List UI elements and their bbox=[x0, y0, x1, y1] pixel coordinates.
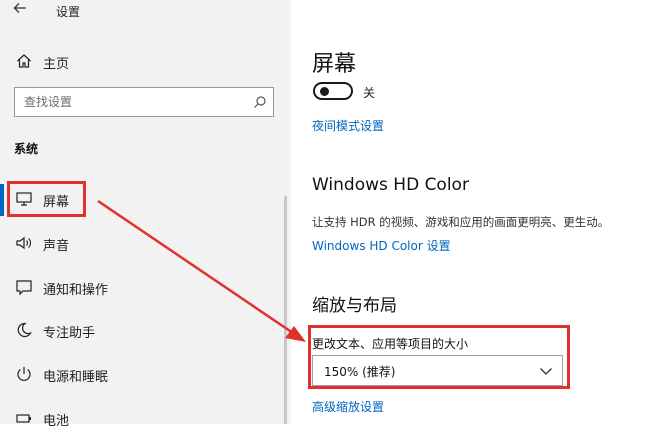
home-label: 主页 bbox=[43, 57, 70, 72]
toggle-knob bbox=[320, 87, 329, 96]
annotation-highlight bbox=[7, 181, 86, 217]
notification-icon bbox=[16, 280, 32, 296]
app-title: 设置 bbox=[56, 5, 81, 19]
page-title: 屏幕 bbox=[312, 52, 357, 77]
arrow-left-icon bbox=[13, 3, 26, 13]
sidebar-item-focus-assist[interactable]: 专注助手 bbox=[0, 311, 291, 351]
power-icon bbox=[17, 367, 31, 381]
sidebar-item-power[interactable]: 电源和睡眠 bbox=[0, 355, 291, 395]
main-content: 屏幕 关 夜间模式设置 Windows HD Color 让支持 HDR 的视频… bbox=[291, 0, 660, 424]
selection-indicator bbox=[0, 184, 4, 216]
sidebar-item-notifications[interactable]: 通知和操作 bbox=[0, 268, 291, 308]
sidebar-item-label: 声音 bbox=[43, 239, 70, 254]
hd-color-description: 让支持 HDR 的视频、游戏和应用的画面更明亮、更生动。 bbox=[312, 215, 610, 229]
sidebar-item-label: 电池 bbox=[43, 414, 70, 429]
home-icon bbox=[17, 54, 31, 68]
annotation-highlight bbox=[308, 325, 570, 389]
speaker-icon bbox=[16, 236, 31, 250]
night-light-state: 关 bbox=[363, 86, 376, 100]
sidebar-item-label: 专注助手 bbox=[43, 326, 96, 341]
back-button[interactable] bbox=[10, 1, 30, 19]
sidebar-item-label: 通知和操作 bbox=[43, 283, 109, 298]
search-icon[interactable] bbox=[253, 95, 267, 109]
section-title: 系统 bbox=[14, 142, 39, 156]
night-light-toggle[interactable] bbox=[313, 82, 353, 100]
sidebar-item-label: 电源和睡眠 bbox=[43, 370, 109, 385]
sidebar-item-battery[interactable]: 电池 bbox=[0, 399, 291, 439]
hd-color-heading: Windows HD Color bbox=[312, 175, 469, 195]
night-light-settings-link[interactable]: 夜间模式设置 bbox=[312, 117, 384, 134]
scrollbar[interactable] bbox=[284, 196, 287, 424]
search-input[interactable] bbox=[24, 93, 244, 111]
advanced-scaling-link[interactable]: 高级缩放设置 bbox=[312, 398, 384, 415]
battery-icon bbox=[16, 414, 31, 423]
title-bar: 设置 bbox=[0, 0, 291, 22]
sidebar-item-sound[interactable]: 声音 bbox=[0, 224, 291, 264]
home-link[interactable]: 主页 bbox=[0, 49, 291, 73]
moon-icon bbox=[17, 322, 32, 338]
sidebar: 设置 主页 系统 屏幕 声音 通知和操作 专注助手 电源和睡眠 电池 bbox=[0, 0, 291, 429]
search-box[interactable] bbox=[14, 87, 274, 117]
hd-color-settings-link[interactable]: Windows HD Color 设置 bbox=[312, 237, 451, 254]
scale-layout-heading: 缩放与布局 bbox=[312, 296, 397, 316]
